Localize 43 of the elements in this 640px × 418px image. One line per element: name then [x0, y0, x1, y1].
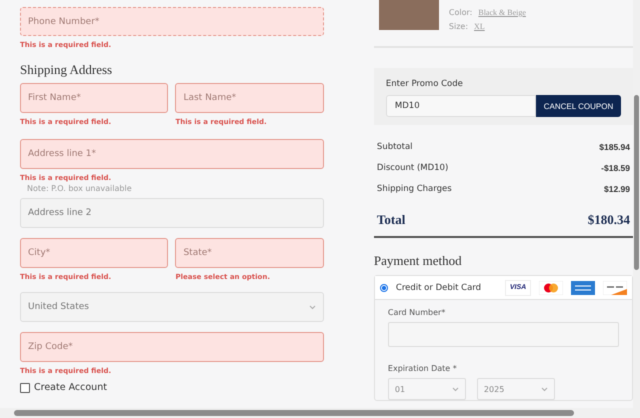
summary-amount: $185.94	[599, 142, 630, 152]
card-logo-icon	[571, 280, 595, 294]
select-field[interactable]: United States	[20, 292, 324, 322]
radio-button[interactable]	[380, 284, 388, 292]
input-field[interactable]: Address line 2	[20, 198, 324, 228]
card-logo-icon	[603, 280, 627, 294]
payment-option-label[interactable]: Credit or Debit Card	[396, 282, 497, 292]
input-field[interactable]: Zip Code*	[20, 332, 324, 362]
field-label: Expiration Date *	[388, 364, 458, 373]
size-link[interactable]: XL	[474, 22, 485, 31]
checkbox[interactable]	[20, 382, 30, 392]
cancel-coupon-button[interactable]: CANCEL COUPON	[536, 95, 621, 117]
section-title: Shipping Address	[20, 62, 114, 78]
total-amount: $180.34	[588, 212, 630, 228]
field-label: Card Number*	[388, 308, 446, 317]
card-logo-icon	[539, 280, 563, 294]
summary-label: Subtotal	[376, 142, 413, 152]
section-title: Payment method	[374, 253, 463, 269]
summary-amount: -$18.59	[601, 163, 630, 173]
field-note: Note: P.O. box unavailable	[27, 184, 133, 193]
summary-amount: $12.99	[604, 184, 630, 194]
size-label: Size: XL	[448, 22, 486, 31]
summary-label: Shipping Charges	[376, 184, 452, 194]
input-field[interactable]: Address line 1*	[20, 139, 324, 169]
phone-input[interactable]: Phone Number*	[20, 7, 324, 36]
photo-placeholder	[378, 0, 439, 30]
total-label: Total	[376, 212, 406, 228]
month-select[interactable]: 01	[388, 378, 466, 400]
caret-icon	[308, 304, 316, 310]
summary-label: Discount (MD10)	[376, 163, 448, 173]
input-field[interactable]: First Name*	[20, 83, 168, 113]
input-field[interactable]: Last Name*	[175, 83, 324, 113]
card-number-input[interactable]	[388, 322, 619, 347]
year-select[interactable]: 2025	[476, 378, 555, 400]
color-link[interactable]: Black & Beige	[478, 8, 526, 17]
color-label: Color: Black & Beige	[448, 8, 526, 17]
caret-icon	[452, 386, 459, 392]
promo-input[interactable]: MD10	[386, 95, 536, 117]
input-field[interactable]: City*	[20, 238, 168, 268]
promo-label: Enter Promo Code	[386, 79, 464, 89]
caret-icon	[540, 386, 548, 392]
select-field[interactable]: State*	[175, 238, 324, 268]
checkbox-label: Create Account	[34, 382, 107, 393]
